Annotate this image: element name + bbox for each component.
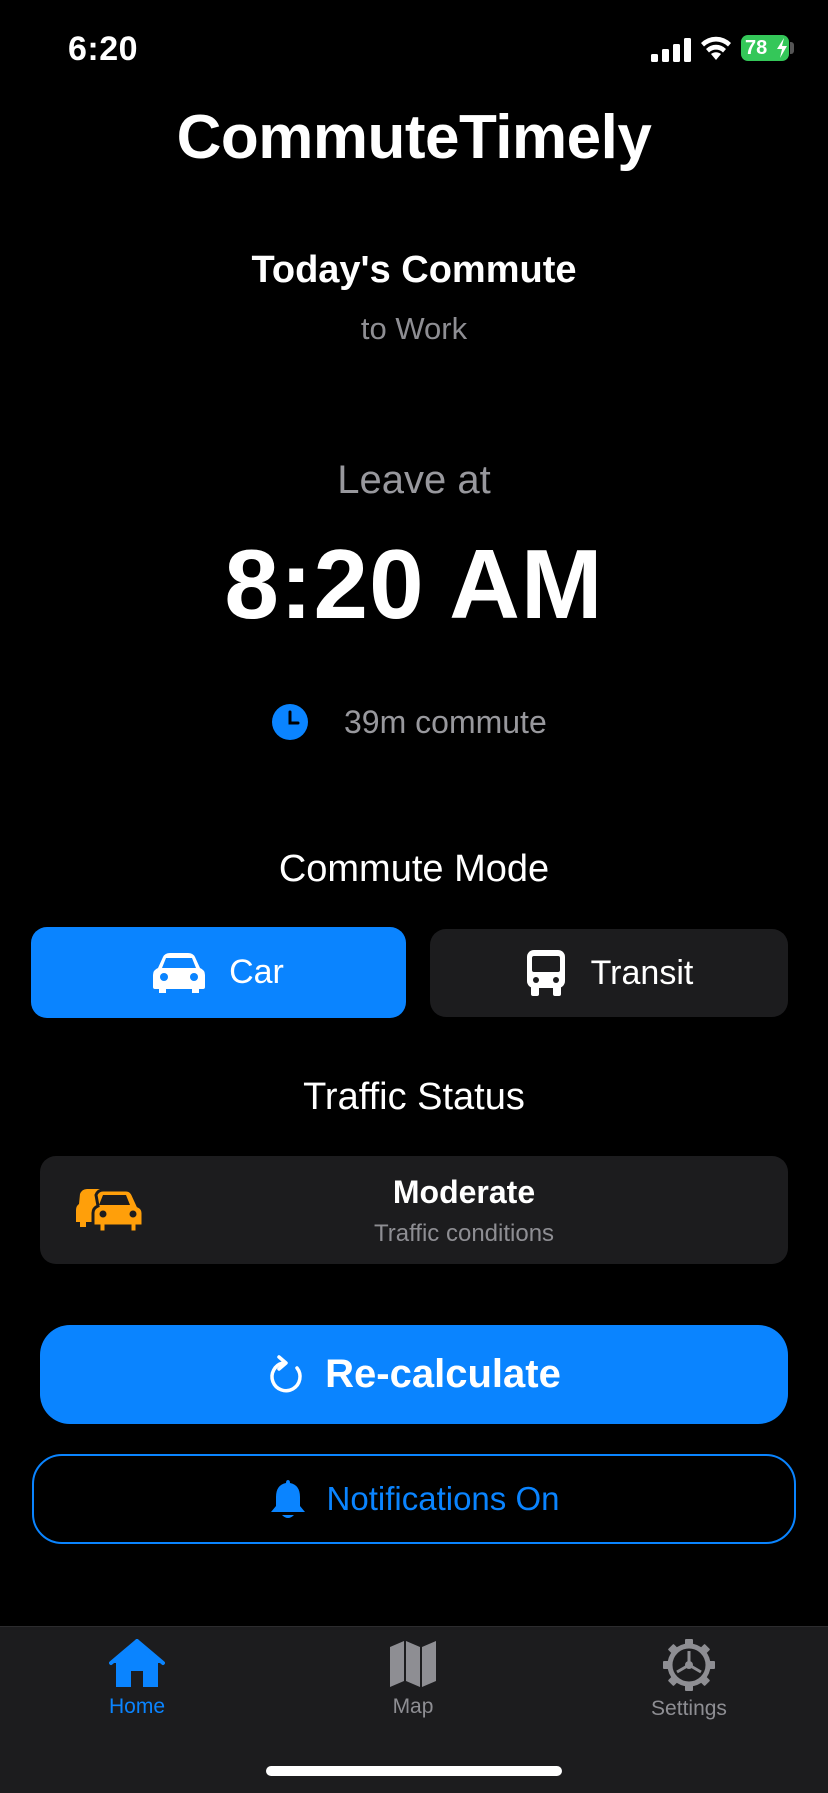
tab-home[interactable]: Home bbox=[57, 1639, 217, 1719]
wifi-icon bbox=[701, 36, 731, 60]
home-indicator bbox=[266, 1766, 562, 1776]
status-time: 6:20 bbox=[68, 30, 139, 68]
tab-map-label: Map bbox=[392, 1695, 434, 1718]
mode-title: Commute Mode bbox=[278, 848, 550, 890]
tab-settings[interactable]: Settings bbox=[609, 1639, 769, 1721]
commute-duration: 39m commute bbox=[272, 700, 547, 744]
recalculate-label: Re-calculate bbox=[325, 1352, 561, 1396]
duration-text: 39m commute bbox=[344, 703, 547, 740]
notifications-button[interactable]: Notifications On bbox=[32, 1454, 796, 1544]
gear-icon bbox=[663, 1639, 715, 1691]
tab-map[interactable]: Map bbox=[333, 1639, 493, 1719]
car-icon bbox=[153, 952, 206, 993]
home-icon bbox=[109, 1639, 165, 1687]
battery-nub bbox=[790, 42, 794, 54]
app-title: CommuteTimely bbox=[176, 103, 652, 172]
clock-icon bbox=[272, 704, 308, 740]
tab-home-label: Home bbox=[108, 1695, 166, 1718]
car-mode-label: Car bbox=[229, 953, 284, 991]
bus-icon bbox=[526, 950, 565, 996]
transit-mode-label: Transit bbox=[590, 953, 694, 992]
tab-settings-label: Settings bbox=[651, 1697, 727, 1720]
refresh-icon bbox=[270, 1354, 302, 1392]
bell-icon bbox=[270, 1480, 305, 1518]
traffic-description: Traffic conditions bbox=[373, 1220, 555, 1247]
cars-icon bbox=[76, 1188, 145, 1232]
car-mode-button[interactable]: Car bbox=[31, 927, 406, 1018]
charging-bolt-icon bbox=[777, 38, 787, 58]
commute-destination: to Work bbox=[360, 311, 468, 346]
recalculate-button[interactable]: Re-calculate bbox=[40, 1325, 788, 1424]
map-icon bbox=[390, 1641, 436, 1687]
commute-title: Today's Commute bbox=[251, 249, 577, 291]
traffic-status-card: Moderate Traffic conditions bbox=[40, 1156, 788, 1264]
leave-label: Leave at bbox=[337, 458, 491, 502]
signal-icon bbox=[651, 38, 691, 62]
transit-mode-button[interactable]: Transit bbox=[430, 929, 788, 1017]
notifications-label: Notifications On bbox=[326, 1480, 560, 1517]
leave-time: 8:20 AM bbox=[224, 529, 604, 639]
traffic-title: Traffic Status bbox=[303, 1076, 525, 1118]
status-bar: 6:20 78 bbox=[0, 0, 828, 100]
traffic-level: Moderate bbox=[392, 1174, 536, 1210]
